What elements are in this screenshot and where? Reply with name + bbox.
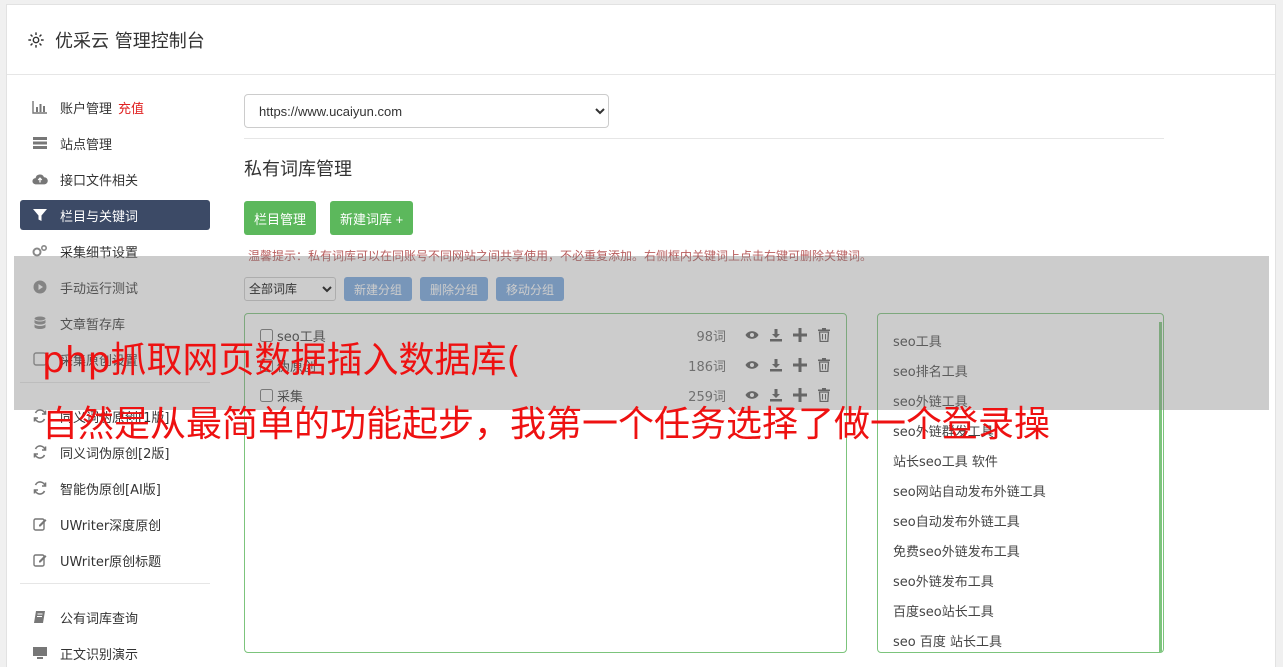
sidebar-item-label: UWriter深度原创 (60, 518, 162, 534)
action-buttons: 栏目管理 新建词库 + (244, 201, 1164, 235)
recharge-link[interactable]: 充值 (118, 98, 144, 117)
monitor-icon (32, 645, 48, 661)
divider (244, 138, 1164, 139)
keyword-item[interactable]: 站长seo工具 软件 (893, 448, 1163, 478)
refresh-icon (32, 480, 48, 496)
keyword-item[interactable]: seo网站自动发布外链工具 (893, 478, 1163, 508)
sidebar-divider (20, 583, 210, 584)
book-icon (32, 609, 48, 625)
keyword-item[interactable]: 免费seo外链发布工具 (893, 538, 1163, 568)
sidebar-item-interface[interactable]: 接口文件相关 (20, 164, 210, 194)
sidebar-item-sites[interactable]: 站点管理 (20, 128, 210, 158)
keyword-item[interactable]: 百度seo站长工具 (893, 598, 1163, 628)
overlay-caption-line2: 自然是从最简单的功能起步，我第一个任务选择了做一个登录操 (42, 404, 1051, 445)
sidebar-item-uwriter-title[interactable]: UWriter原创标题 (20, 545, 210, 575)
sidebar-item-label: 正文识别演示 (60, 647, 139, 663)
overlay-band (14, 256, 1269, 410)
overlay-caption-line1: php抓取网页数据插入数据库( (42, 340, 521, 381)
app-title: 优采云 管理控制台 (55, 30, 205, 52)
sidebar-item-account[interactable]: 账户管理 充值 (20, 92, 210, 122)
keyword-item[interactable]: seo自动发布外链工具 (893, 508, 1163, 538)
gear-icon (28, 31, 44, 48)
sidebar-item-uwriter-deep[interactable]: UWriter深度原创 (20, 509, 210, 539)
bar-chart-icon (32, 99, 48, 115)
sidebar-item-text-recognition[interactable]: 正文识别演示 (20, 638, 210, 667)
sidebar-item-public-lib[interactable]: 公有词库查询 (20, 602, 210, 632)
keyword-item[interactable]: seo外链发布工具 (893, 568, 1163, 598)
sidebar-item-label: 公有词库查询 (60, 611, 139, 627)
filter-icon (32, 207, 48, 223)
sidebar-item-columns-keywords[interactable]: 栏目与关键词 (20, 200, 210, 230)
sidebar-item-ai-rewrite[interactable]: 智能伪原创[AI版] (20, 473, 210, 503)
site-select[interactable]: https://www.ucaiyun.com (244, 94, 609, 128)
server-icon (32, 135, 48, 151)
edit-icon (32, 516, 48, 532)
sidebar-item-label: 接口文件相关 (60, 173, 139, 189)
cloud-upload-icon (32, 171, 48, 187)
column-manage-button[interactable]: 栏目管理 (244, 201, 317, 235)
sidebar-item-label: UWriter原创标题 (60, 554, 162, 570)
sidebar-item-label: 账户管理 (60, 101, 113, 117)
sidebar-item-label: 智能伪原创[AI版] (60, 482, 161, 498)
new-library-button[interactable]: 新建词库 + (330, 201, 414, 235)
edit-icon (32, 552, 48, 568)
keyword-item[interactable]: seo 百度 站长工具 (893, 628, 1163, 652)
sidebar-item-label: 栏目与关键词 (60, 209, 139, 225)
header: 优采云 管理控制台 (7, 5, 1275, 75)
section-title: 私有词库管理 (244, 159, 352, 180)
sidebar-item-label: 站点管理 (60, 137, 113, 153)
